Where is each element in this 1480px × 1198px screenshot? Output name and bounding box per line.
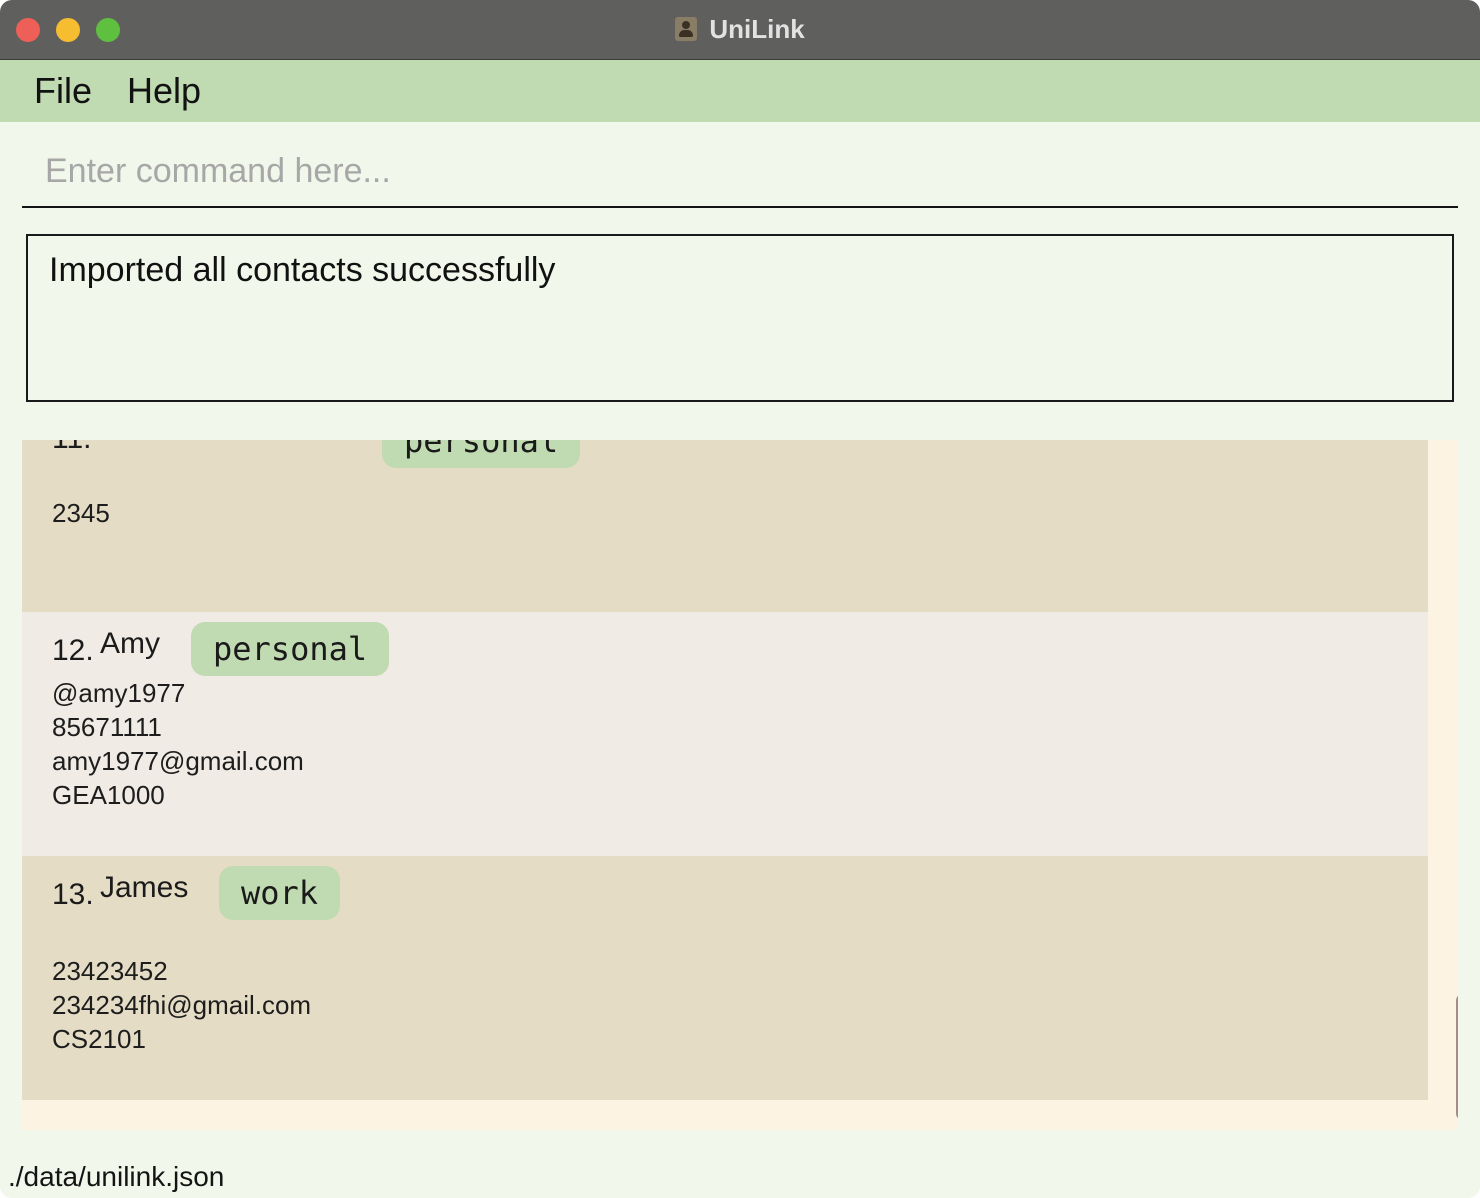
menu-file[interactable]: File	[34, 70, 92, 112]
person-list-cards: 11. personal 2345 12. Amy personal @amy1…	[22, 440, 1428, 1100]
person-tag: work	[219, 866, 341, 920]
title-bar[interactable]: UniLink	[0, 0, 1480, 60]
person-tag: personal	[191, 622, 390, 676]
person-index: 11.	[52, 440, 91, 456]
person-index: 12.	[52, 634, 94, 667]
person-name: James	[100, 871, 189, 904]
menu-help[interactable]: Help	[127, 70, 201, 112]
person-phone: 23423452	[52, 956, 168, 986]
person-tag: personal	[382, 440, 581, 468]
window-title-group: UniLink	[0, 14, 1480, 44]
window-title: UniLink	[709, 14, 805, 44]
result-display[interactable]: Imported all contacts successfully	[26, 234, 1454, 402]
person-list[interactable]: 11. personal 2345 12. Amy personal @amy1…	[22, 440, 1458, 1130]
contact-app-icon	[675, 17, 698, 41]
person-card[interactable]: 13. James work 23423452 234234fhi@gmail.…	[22, 856, 1428, 1100]
person-telegram: @amy1977	[52, 678, 186, 708]
result-message: Imported all contacts successfully	[49, 251, 556, 289]
command-input[interactable]	[22, 140, 1458, 202]
save-file-path: ./data/unilink.json	[8, 1161, 225, 1192]
status-bar: ./data/unilink.json	[0, 1152, 1480, 1198]
command-box	[22, 140, 1458, 208]
person-card[interactable]: 11. personal 2345	[22, 440, 1428, 612]
menu-bar: File Help	[0, 60, 1480, 122]
person-name: Amy	[100, 627, 160, 660]
person-card[interactable]: 12. Amy personal @amy1977 85671111 amy19…	[22, 612, 1428, 856]
person-index: 13.	[52, 878, 94, 911]
person-phone: 2345	[52, 498, 110, 528]
person-module: GEA1000	[52, 780, 165, 810]
scrollbar-thumb[interactable]	[1456, 993, 1458, 1121]
app-window: UniLink File Help Imported all contacts …	[0, 0, 1480, 1198]
person-module: CS2101	[52, 1024, 146, 1054]
person-email: amy1977@gmail.com	[52, 746, 304, 776]
person-phone: 85671111	[52, 712, 162, 742]
person-email: 234234fhi@gmail.com	[52, 990, 312, 1020]
